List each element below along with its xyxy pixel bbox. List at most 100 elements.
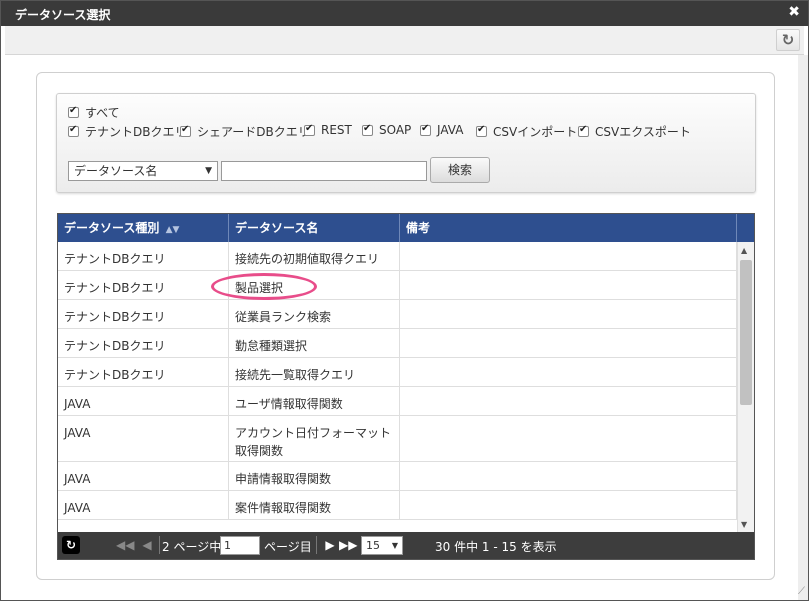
search-field-value: データソース名 bbox=[74, 164, 158, 178]
column-header-type[interactable]: データソース種別 ▲▼ bbox=[58, 214, 229, 242]
checkbox-icon[interactable] bbox=[420, 123, 431, 136]
first-page-icon[interactable]: ◀◀ bbox=[116, 536, 134, 554]
checkbox-java[interactable]: JAVA bbox=[420, 123, 463, 137]
checkbox-tenant-db-query[interactable]: テナントDBクエリ bbox=[68, 123, 186, 140]
checkbox-csv-export[interactable]: CSVエクスポート bbox=[578, 123, 691, 140]
last-page-icon[interactable]: ▶▶ bbox=[339, 536, 357, 554]
grid-rows: テナントDBクエリ 接続先の初期値取得クエリ テナントDBクエリ 製品選択 テナ… bbox=[58, 242, 737, 520]
checkbox-icon[interactable] bbox=[68, 124, 79, 137]
search-field-select[interactable]: データソース名 ▼ bbox=[68, 161, 218, 181]
checkbox-icon[interactable] bbox=[362, 123, 373, 136]
scrollbar-thumb[interactable] bbox=[740, 260, 752, 405]
data-source-dialog: データソース選択 ✖ ↻ すべて テナントDBクエリ シェアードDBクエリ RE… bbox=[0, 0, 809, 601]
chevron-down-icon: ▼ bbox=[205, 166, 212, 176]
table-row[interactable]: テナントDBクエリ 従業員ランク検索 bbox=[58, 300, 737, 329]
checkbox-icon[interactable] bbox=[578, 124, 589, 137]
dialog-title: データソース選択 bbox=[15, 8, 111, 22]
sort-icon[interactable]: ▲▼ bbox=[166, 225, 180, 235]
cell-note bbox=[400, 416, 737, 461]
content-panel: すべて テナントDBクエリ シェアードDBクエリ REST SOAP JAVA bbox=[36, 72, 775, 580]
refresh-icon[interactable]: ↻ bbox=[62, 536, 80, 554]
prev-page-icon[interactable]: ◀ bbox=[138, 536, 156, 554]
data-source-grid: データソース種別 ▲▼ データソース名 備考 テナントDBクエリ 接続先の初期値… bbox=[57, 213, 755, 560]
pager-separator bbox=[159, 536, 160, 554]
search-button[interactable]: 検索 bbox=[430, 157, 490, 183]
refresh-icon[interactable]: ↻ bbox=[776, 29, 800, 51]
cell-note bbox=[400, 491, 737, 519]
table-row[interactable]: JAVA アカウント日付フォーマット取得関数 bbox=[58, 416, 737, 462]
scroll-down-icon[interactable]: ▼ bbox=[741, 520, 747, 529]
resize-handle-icon[interactable]: ⟋ bbox=[798, 586, 805, 597]
cell-type: JAVA bbox=[58, 462, 229, 490]
vertical-scrollbar[interactable]: ▲ ▼ bbox=[737, 242, 754, 532]
checkbox-icon[interactable] bbox=[180, 124, 191, 137]
search-input[interactable] bbox=[221, 161, 427, 181]
page-number-input[interactable]: 1 bbox=[220, 536, 260, 555]
highlight-ellipse bbox=[211, 273, 317, 300]
checkbox-label: CSVインポート bbox=[493, 125, 578, 139]
column-header-label: データソース名 bbox=[235, 221, 319, 235]
cell-note bbox=[400, 387, 737, 415]
table-row[interactable]: JAVA ユーザ情報取得関数 bbox=[58, 387, 737, 416]
cell-type: テナントDBクエリ bbox=[58, 329, 229, 357]
checkbox-icon[interactable] bbox=[476, 124, 487, 137]
table-row[interactable]: テナントDBクエリ 勤怠種類選択 bbox=[58, 329, 737, 358]
cell-name: 接続先一覧取得クエリ bbox=[229, 358, 400, 386]
table-row[interactable]: テナントDBクエリ 接続先一覧取得クエリ bbox=[58, 358, 737, 387]
cell-note bbox=[400, 271, 737, 299]
checkbox-label: SOAP bbox=[379, 123, 412, 137]
cell-note bbox=[400, 242, 737, 270]
cell-note bbox=[400, 300, 737, 328]
page-prefix: 2 ページ中 bbox=[162, 540, 222, 554]
pager-summary: 30 件中 1 - 15 を表示 bbox=[435, 540, 557, 554]
dialog-toolbar: ↻ bbox=[5, 26, 804, 55]
column-header-label: 備考 bbox=[406, 221, 431, 235]
table-row[interactable]: JAVA 申請情報取得関数 bbox=[58, 462, 737, 491]
pager-separator bbox=[316, 536, 317, 554]
cell-name: アカウント日付フォーマット取得関数 bbox=[229, 416, 400, 461]
cell-name: 接続先の初期値取得クエリ bbox=[229, 242, 400, 270]
page-suffix: ページ目 bbox=[264, 540, 312, 554]
cell-name: 勤怠種類選択 bbox=[229, 329, 400, 357]
checkbox-icon[interactable] bbox=[68, 105, 79, 118]
checkbox-csv-import[interactable]: CSVインポート bbox=[476, 123, 577, 140]
table-row[interactable]: テナントDBクエリ 接続先の初期値取得クエリ bbox=[58, 242, 737, 271]
checkbox-icon[interactable] bbox=[304, 123, 315, 136]
grid-header: データソース種別 ▲▼ データソース名 備考 bbox=[58, 214, 754, 242]
cell-type: テナントDBクエリ bbox=[58, 271, 229, 299]
checkbox-label: CSVエクスポート bbox=[595, 125, 691, 139]
checkbox-label: JAVA bbox=[437, 123, 464, 137]
cell-type: JAVA bbox=[58, 387, 229, 415]
checkbox-soap[interactable]: SOAP bbox=[362, 123, 411, 137]
pager-bar: ↻ ◀◀ ◀ 2 ページ中 1 ページ目 ▶ ▶▶ 15 ▼ 30 件中 1 -… bbox=[58, 532, 754, 559]
cell-name: 申請情報取得関数 bbox=[229, 462, 400, 490]
cell-name: ユーザ情報取得関数 bbox=[229, 387, 400, 415]
cell-type: テナントDBクエリ bbox=[58, 358, 229, 386]
cell-note bbox=[400, 358, 737, 386]
dialog-titlebar: データソース選択 ✖ bbox=[1, 1, 808, 26]
checkbox-label: テナントDBクエリ bbox=[85, 125, 187, 139]
cell-type: JAVA bbox=[58, 491, 229, 519]
column-header-label: データソース種別 bbox=[64, 221, 160, 235]
cell-name: 従業員ランク検索 bbox=[229, 300, 400, 328]
filter-box: すべて テナントDBクエリ シェアードDBクエリ REST SOAP JAVA bbox=[56, 93, 756, 193]
cell-type: JAVA bbox=[58, 416, 229, 461]
column-header-note[interactable]: 備考 bbox=[400, 214, 737, 242]
next-page-icon[interactable]: ▶ bbox=[321, 536, 339, 554]
checkbox-rest[interactable]: REST bbox=[304, 123, 352, 137]
checkbox-label: REST bbox=[321, 123, 352, 137]
dialog-side-strip bbox=[798, 55, 808, 600]
cell-type: テナントDBクエリ bbox=[58, 242, 229, 270]
checkbox-all[interactable]: すべて bbox=[68, 104, 120, 121]
scroll-up-icon[interactable]: ▲ bbox=[741, 246, 747, 255]
checkbox-all-label: すべて bbox=[85, 106, 120, 120]
cell-type: テナントDBクエリ bbox=[58, 300, 229, 328]
close-icon[interactable]: ✖ bbox=[788, 4, 800, 20]
per-page-select[interactable]: 15 ▼ bbox=[361, 536, 403, 555]
table-row[interactable]: テナントDBクエリ 製品選択 bbox=[58, 271, 737, 300]
cell-name: 案件情報取得関数 bbox=[229, 491, 400, 519]
column-header-name[interactable]: データソース名 bbox=[229, 214, 400, 242]
checkbox-label: シェアードDBクエリ bbox=[197, 125, 310, 139]
table-row[interactable]: JAVA 案件情報取得関数 bbox=[58, 491, 737, 520]
checkbox-shared-db-query[interactable]: シェアードDBクエリ bbox=[180, 123, 310, 140]
